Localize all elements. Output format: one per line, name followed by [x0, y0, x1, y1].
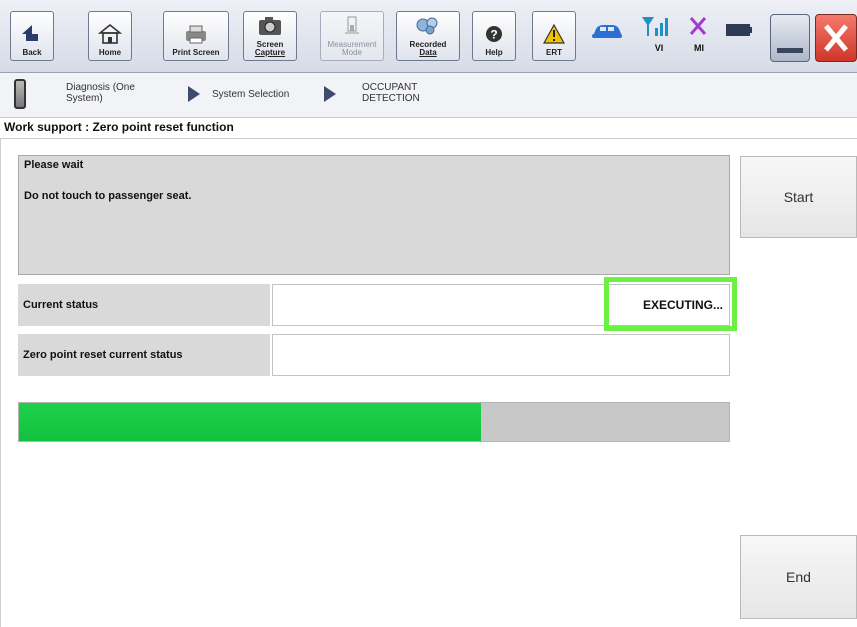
- help-label: Help: [485, 48, 503, 57]
- toolbar: Back Home Print Screen Screen Capture Me…: [0, 0, 857, 73]
- home-button[interactable]: Home: [88, 11, 132, 61]
- measurement-mode-button[interactable]: Measurement Mode: [320, 11, 384, 61]
- breadcrumb-item-diagnosis[interactable]: Diagnosis (One System): [66, 82, 135, 104]
- message-line-1: Please wait: [24, 159, 84, 171]
- breadcrumb-item-occupant-detection: OCCUPANT DETECTION: [362, 82, 420, 104]
- print-screen-label: Print Screen: [172, 48, 220, 57]
- breadcrumb: Diagnosis (One System) System Selection …: [0, 73, 857, 118]
- recorded-data-icon: [414, 13, 442, 39]
- recorded-data-label-2: Data: [419, 48, 437, 57]
- home-label: Home: [98, 48, 122, 57]
- breadcrumb-arrow-icon: [324, 86, 336, 102]
- mi-status: MI: [686, 14, 712, 60]
- close-icon: [816, 15, 856, 61]
- vi-label: VI: [654, 43, 664, 53]
- divider: [0, 138, 857, 139]
- x-mark-icon: [686, 14, 712, 43]
- message-line-2: Do not touch to passenger seat.: [24, 190, 192, 202]
- zero-point-reset-status-value: [272, 334, 730, 376]
- status-highlight: [604, 277, 737, 331]
- ert-label: ERT: [546, 48, 562, 57]
- screen-capture-label-2: Capture: [254, 48, 286, 57]
- recorded-data-button[interactable]: Recorded Data: [396, 11, 460, 61]
- battery-icon: [725, 23, 753, 37]
- measurement-icon: [338, 13, 366, 39]
- page-title: Work support : Zero point reset function: [4, 120, 234, 134]
- divider: [0, 139, 1, 627]
- help-button[interactable]: ? Help: [472, 11, 516, 61]
- vi-status: VI: [640, 14, 670, 60]
- message-panel: Please wait Do not touch to passenger se…: [18, 155, 730, 275]
- warning-icon: [540, 21, 568, 47]
- print-screen-button[interactable]: Print Screen: [163, 11, 229, 61]
- home-icon: [96, 21, 124, 47]
- breadcrumb-item-system-selection[interactable]: System Selection: [212, 89, 289, 100]
- mi-label: MI: [694, 43, 704, 53]
- ert-button[interactable]: ERT: [532, 11, 576, 61]
- progress-bar-fill: [19, 403, 481, 441]
- printer-icon: [182, 21, 210, 47]
- screen-capture-button[interactable]: Screen Capture: [243, 11, 297, 61]
- breadcrumb-occupant-line2: DETECTION: [362, 93, 420, 104]
- help-icon: ?: [480, 21, 508, 47]
- breadcrumb-arrow-icon: [188, 86, 200, 102]
- close-button[interactable]: [815, 14, 857, 62]
- back-arrow-icon: [18, 21, 46, 47]
- current-status-label: Current status: [18, 284, 270, 326]
- signal-icon: [640, 14, 670, 43]
- minimize-button[interactable]: [770, 14, 810, 62]
- svg-text:?: ?: [490, 28, 497, 42]
- measurement-label-2: Mode: [341, 48, 362, 57]
- zero-point-reset-status-label: Zero point reset current status: [18, 334, 270, 376]
- back-button[interactable]: Back: [10, 11, 54, 61]
- back-label: Back: [22, 48, 42, 57]
- breadcrumb-diagnosis-line1: Diagnosis (One: [66, 82, 135, 93]
- breadcrumb-occupant-line1: OCCUPANT: [362, 82, 418, 93]
- progress-bar: [18, 402, 730, 442]
- car-icon: [590, 20, 624, 42]
- breadcrumb-diagnosis-line2: System): [66, 93, 103, 104]
- diagnosis-device-icon: [14, 79, 26, 109]
- minimize-icon: [777, 48, 803, 53]
- start-button[interactable]: Start: [740, 156, 857, 238]
- end-button[interactable]: End: [740, 535, 857, 619]
- camera-icon: [256, 13, 284, 39]
